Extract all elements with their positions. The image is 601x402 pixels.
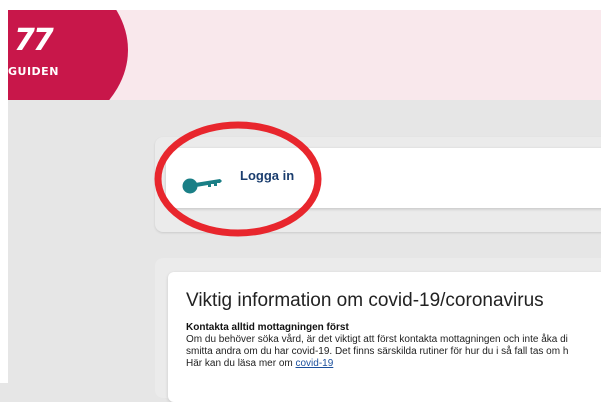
info-paragraph-line-3: Här kan du läsa mer om covid-19 (186, 358, 333, 370)
red-annotation-ring (154, 121, 322, 237)
info-title: Viktig information om covid-19/coronavir… (186, 290, 544, 311)
info-subtitle: Kontakta alltid mottagningen först (186, 322, 349, 333)
covid-19-link[interactable]: covid-19 (296, 358, 334, 369)
window-left-edge (0, 0, 8, 383)
info-line-3-text: Här kan du läsa mer om (186, 358, 296, 369)
info-paragraph-line-2: smitta andra om du har covid-19. Det fin… (186, 346, 569, 357)
info-paragraph-line-1: Om du behöver söka vård, är det viktigt … (186, 334, 568, 345)
logo-number[interactable]: 77 (14, 26, 54, 56)
window-top-edge (0, 0, 601, 10)
logo-text[interactable]: GUIDEN (8, 65, 59, 78)
site-header: 77 GUIDEN (8, 10, 601, 100)
